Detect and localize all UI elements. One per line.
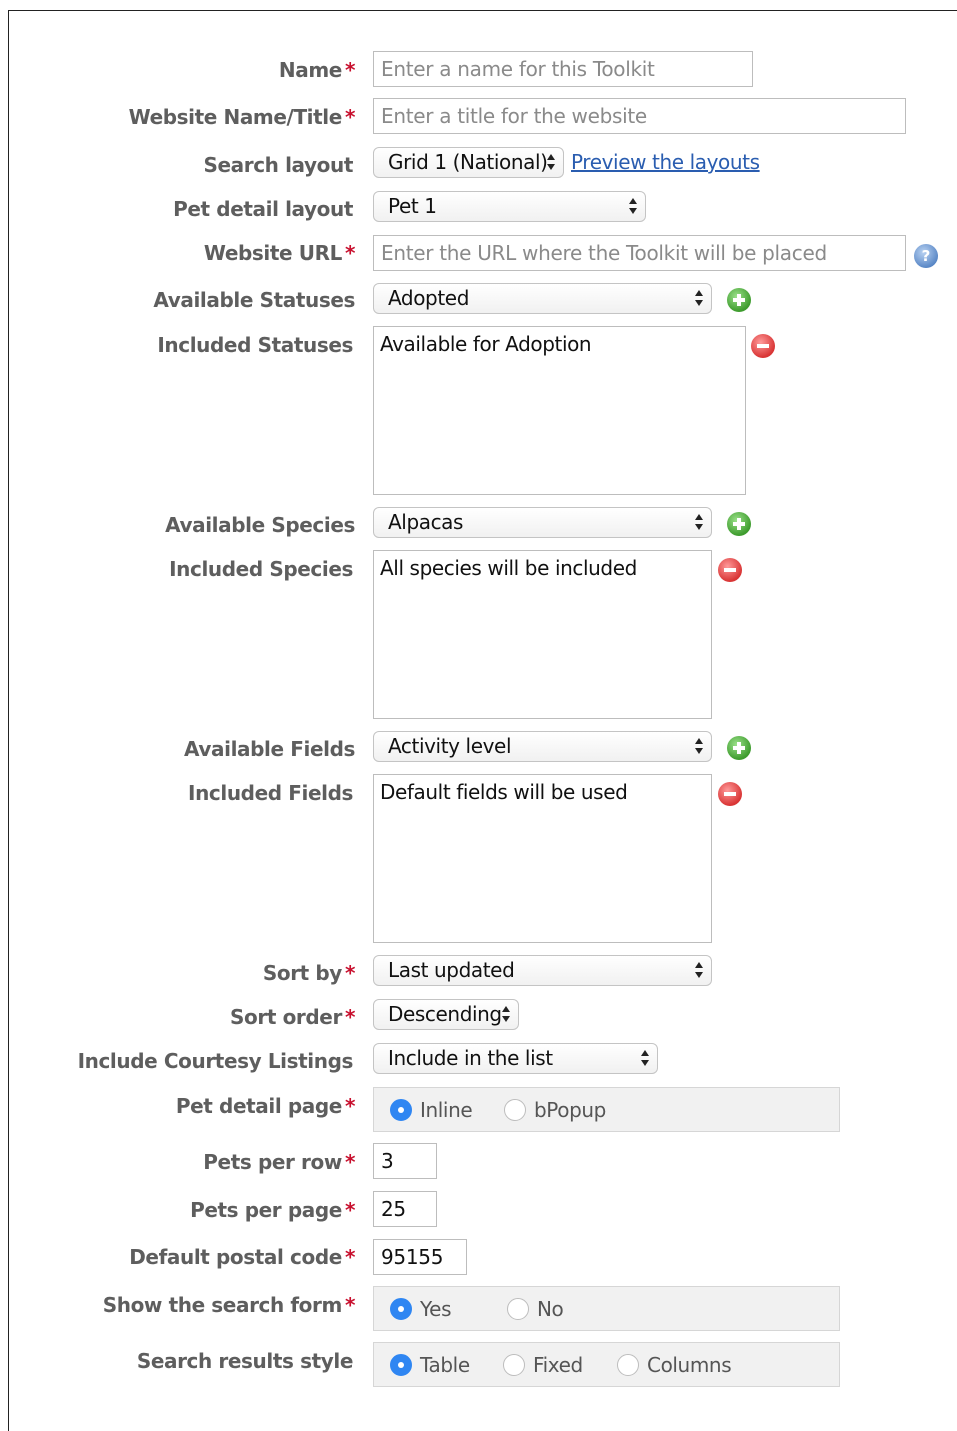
- pets-per-page-label: Pets per page *: [190, 1198, 355, 1222]
- radio-empty-icon[interactable]: [617, 1354, 639, 1376]
- pets-per-row-input[interactable]: [373, 1143, 437, 1179]
- name-input[interactable]: [373, 51, 753, 87]
- included-fields-label: Included Fields: [188, 781, 353, 805]
- included-species-label: Included Species: [169, 557, 353, 581]
- available-species-select[interactable]: Alpacas: [373, 507, 712, 538]
- search-results-style-radio-group: Table Fixed Columns: [373, 1342, 840, 1387]
- select-arrows-icon: [629, 197, 638, 217]
- select-arrows-icon: [695, 289, 704, 309]
- radio-table[interactable]: Table: [390, 1353, 470, 1377]
- radio-empty-icon[interactable]: [504, 1099, 526, 1121]
- list-item[interactable]: Default fields will be used: [380, 780, 628, 804]
- pet-detail-layout-label: Pet detail layout: [173, 197, 353, 221]
- help-icon[interactable]: ?: [914, 244, 938, 268]
- pet-detail-layout-value: Pet 1: [388, 194, 437, 218]
- name-label: Name *: [278, 58, 356, 82]
- search-results-style-label: Search results style: [136, 1349, 354, 1373]
- required-marker: *: [344, 1293, 355, 1317]
- required-marker: *: [344, 1150, 355, 1174]
- radio-yes[interactable]: Yes: [390, 1297, 451, 1321]
- select-arrows-icon: [641, 1049, 650, 1069]
- select-arrows-icon: [695, 737, 704, 757]
- select-arrows-icon: [695, 961, 704, 981]
- required-marker: *: [344, 58, 355, 82]
- remove-field-icon[interactable]: [718, 782, 742, 806]
- website-title-input[interactable]: [373, 98, 906, 134]
- pets-per-page-input[interactable]: [373, 1191, 437, 1227]
- pet-detail-layout-select[interactable]: Pet 1: [373, 191, 646, 222]
- select-arrows-icon: [547, 153, 556, 173]
- form-frame: [8, 10, 957, 1431]
- courtesy-listings-select[interactable]: Include in the list: [373, 1043, 658, 1074]
- sort-order-select[interactable]: Descending: [373, 999, 519, 1030]
- website-url-input[interactable]: [373, 235, 906, 271]
- postal-code-label: Default postal code *: [129, 1245, 355, 1269]
- available-statuses-select[interactable]: Adopted: [373, 283, 712, 314]
- sort-order-value: Descending: [388, 1002, 502, 1026]
- postal-code-input[interactable]: [373, 1239, 467, 1275]
- add-field-icon[interactable]: [727, 736, 751, 760]
- available-species-label: Available Species: [165, 513, 355, 537]
- preview-layouts-link[interactable]: Preview the layouts: [571, 150, 760, 174]
- included-fields-list[interactable]: Default fields will be used: [373, 774, 712, 943]
- search-layout-label: Search layout: [203, 153, 354, 177]
- available-fields-label: Available Fields: [184, 737, 355, 761]
- search-layout-value: Grid 1 (National): [388, 150, 548, 174]
- available-statuses-value: Adopted: [388, 286, 469, 310]
- required-marker: *: [344, 105, 355, 129]
- sort-by-value: Last updated: [388, 958, 515, 982]
- required-marker: *: [344, 1245, 355, 1269]
- radio-empty-icon[interactable]: [503, 1354, 525, 1376]
- included-species-list[interactable]: All species will be included: [373, 550, 712, 719]
- radio-columns[interactable]: Columns: [617, 1353, 732, 1377]
- required-marker: *: [344, 1094, 355, 1118]
- radio-selected-icon[interactable]: [390, 1354, 412, 1376]
- radio-selected-icon[interactable]: [390, 1298, 412, 1320]
- available-species-value: Alpacas: [388, 510, 464, 534]
- website-title-label: Website Name/Title *: [128, 105, 356, 129]
- pets-per-row-label: Pets per row *: [203, 1150, 355, 1174]
- radio-no[interactable]: No: [507, 1297, 564, 1321]
- add-status-icon[interactable]: [727, 288, 751, 312]
- pet-detail-page-label: Pet detail page *: [175, 1094, 356, 1118]
- sort-by-label: Sort by *: [262, 961, 356, 985]
- required-marker: *: [344, 1005, 355, 1029]
- included-statuses-label: Included Statuses: [157, 333, 353, 357]
- show-search-form-label: Show the search form *: [102, 1293, 356, 1317]
- radio-selected-icon[interactable]: [390, 1099, 412, 1121]
- website-url-label: Website URL *: [203, 241, 356, 265]
- courtesy-listings-label: Include Courtesy Listings: [77, 1049, 354, 1073]
- sort-by-select[interactable]: Last updated: [373, 955, 712, 986]
- available-fields-value: Activity level: [388, 734, 512, 758]
- add-species-icon[interactable]: [727, 512, 751, 536]
- radio-inline[interactable]: Inline: [390, 1098, 473, 1122]
- remove-status-icon[interactable]: [751, 334, 775, 358]
- list-item[interactable]: Available for Adoption: [380, 332, 592, 356]
- required-marker: *: [344, 1198, 355, 1222]
- select-arrows-icon: [502, 1005, 511, 1025]
- list-item[interactable]: All species will be included: [380, 556, 637, 580]
- radio-empty-icon[interactable]: [507, 1298, 529, 1320]
- show-search-form-radio-group: Yes No: [373, 1286, 840, 1331]
- sort-order-label: Sort order *: [230, 1005, 355, 1029]
- radio-bpopup[interactable]: bPopup: [504, 1098, 606, 1122]
- radio-fixed[interactable]: Fixed: [503, 1353, 583, 1377]
- available-fields-select[interactable]: Activity level: [373, 731, 712, 762]
- available-statuses-label: Available Statuses: [153, 288, 355, 312]
- remove-species-icon[interactable]: [718, 558, 742, 582]
- select-arrows-icon: [695, 513, 704, 533]
- required-marker: *: [344, 961, 355, 985]
- courtesy-listings-value: Include in the list: [388, 1046, 553, 1070]
- pet-detail-page-radio-group: Inline bPopup: [373, 1087, 840, 1132]
- search-layout-select[interactable]: Grid 1 (National): [373, 147, 564, 178]
- included-statuses-list[interactable]: Available for Adoption: [373, 326, 746, 495]
- required-marker: *: [344, 241, 355, 265]
